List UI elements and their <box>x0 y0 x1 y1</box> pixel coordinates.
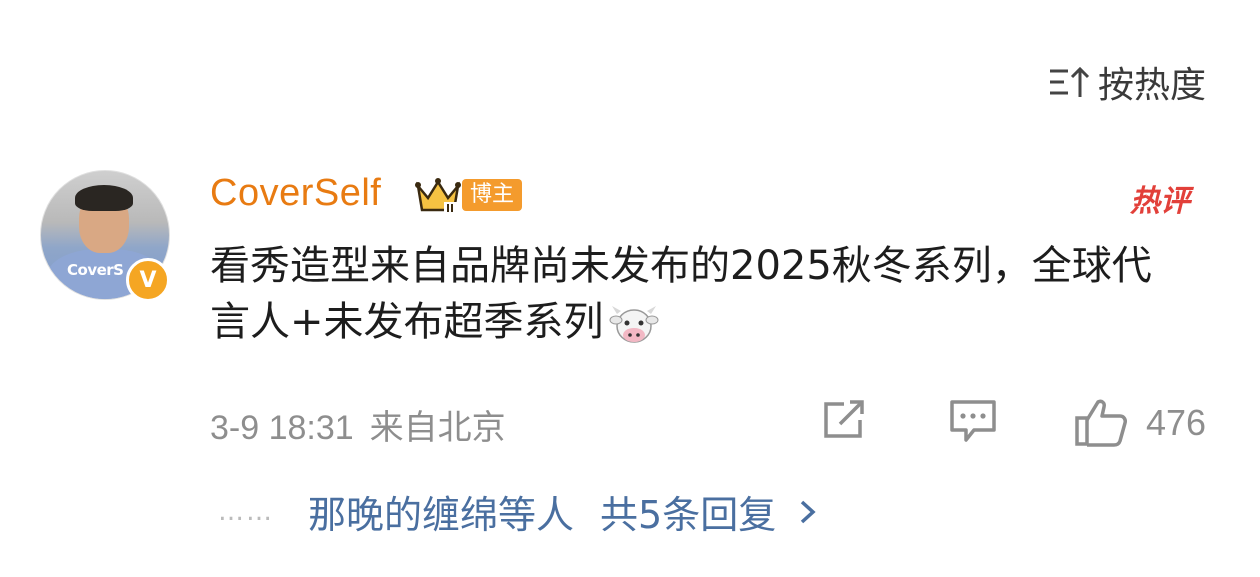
comment-text: 看秀造型来自品牌尚未发布的2025秋冬系列，全球代言人+未发布超季系列 <box>210 238 1170 350</box>
chevron-right-icon <box>801 500 816 523</box>
comment-button[interactable] <box>948 398 998 450</box>
sort-label: 按热度 <box>1098 65 1207 106</box>
like-count: 476 <box>1146 402 1207 443</box>
avatar-hair <box>75 185 133 211</box>
comment-icon <box>950 400 996 442</box>
username[interactable]: CoverSelf <box>210 172 381 215</box>
share-icon <box>824 400 864 438</box>
blogger-badge: 博主 <box>462 179 523 211</box>
replies-dots: …… <box>218 496 274 527</box>
reply-users: 那晚的缠绵 <box>308 493 499 537</box>
user-avatar[interactable]: CoverS V <box>40 170 170 302</box>
verified-badge-icon: V <box>126 258 170 302</box>
hot-comment-badge: 热评 <box>1130 184 1190 219</box>
cow-emoji-icon <box>609 306 659 343</box>
reply-count: 共5条回复 <box>600 493 777 537</box>
view-replies-link[interactable]: …… 那晚的缠绵 等人 共5条回复 <box>218 484 818 539</box>
sort-by-hot-toggle[interactable]: 按热度 <box>1048 56 1206 108</box>
thumbs-up-icon <box>1075 399 1127 447</box>
sort-hot-icon <box>1050 66 1090 97</box>
share-button[interactable] <box>820 398 868 446</box>
comment-body: 看秀造型来自品牌尚未发布的2025秋冬系列，全球代言人+未发布超季系列 <box>210 243 1152 345</box>
comment-date: 3-9 18:31 <box>210 409 354 447</box>
comment-location: 来自北京 <box>369 409 506 447</box>
crown-level-icon <box>415 178 461 214</box>
like-button[interactable]: 476 <box>1074 398 1206 448</box>
avatar-shirt-text: CoverS <box>67 261 124 279</box>
reply-users-suffix: 等人 <box>498 493 575 537</box>
comment-meta: 3-9 18:31 来自北京 <box>210 400 506 449</box>
